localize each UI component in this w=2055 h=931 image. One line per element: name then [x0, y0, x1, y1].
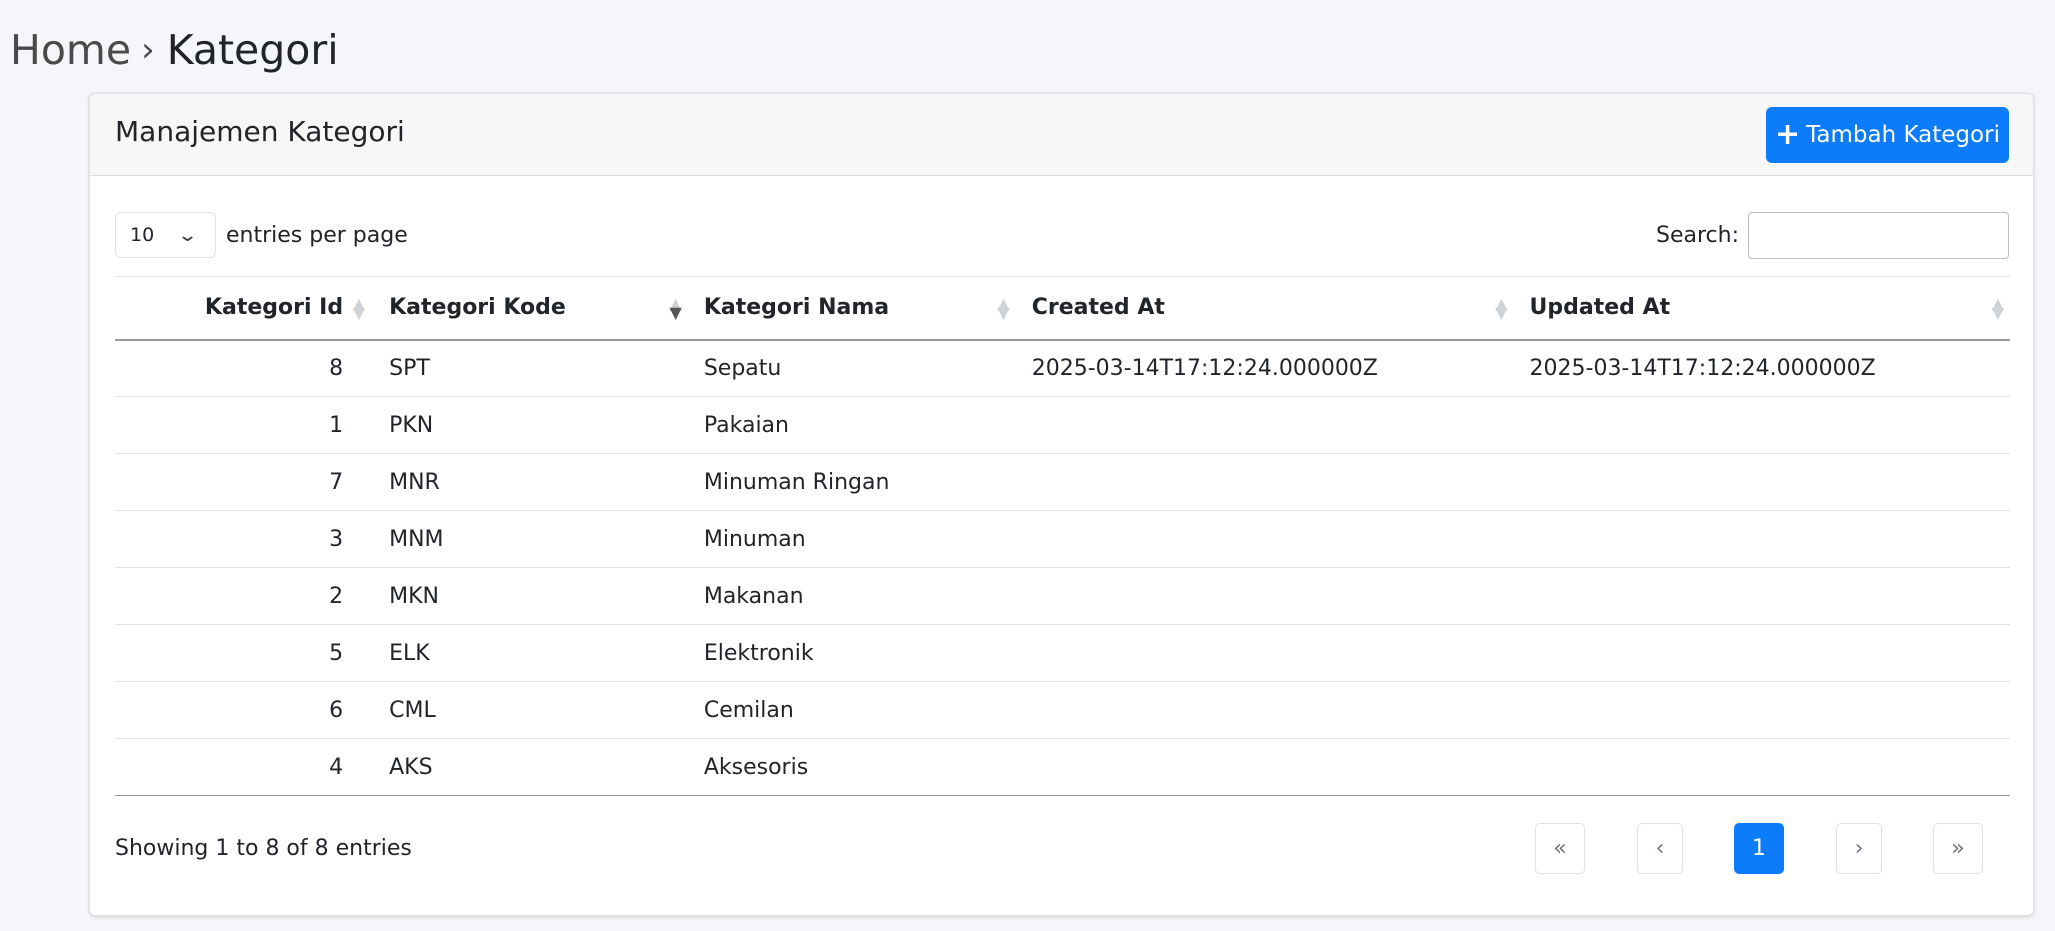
- breadcrumb: Home › Kategori: [10, 22, 339, 78]
- sort-icon: ▲ ▼: [997, 293, 1010, 322]
- cell-created-at: [1016, 625, 1514, 682]
- column-header-kategori-nama[interactable]: Kategori Nama ▲ ▼: [688, 277, 1016, 340]
- table-header-row: Kategori Id ▲ ▼ Kategori Kode ▲ ▼ Kategori…: [115, 276, 2010, 340]
- cell-kategori-nama: Minuman: [703, 526, 806, 552]
- entries-per-page-select[interactable]: 10 ⌄: [115, 212, 216, 258]
- column-header-updated-at[interactable]: Updated At ▲ ▼: [1514, 277, 2010, 340]
- cell-updated-at: [1514, 625, 2010, 682]
- sort-desc-icon: ▲ ▼: [669, 293, 682, 322]
- table-row: 5 ELK Elektronik: [115, 625, 2010, 682]
- kategori-table: Kategori Id ▲ ▼ Kategori Kode ▲ ▼ Kategori…: [115, 276, 2010, 796]
- search-label: Search:: [1656, 223, 1739, 248]
- cell-kategori-kode: SPT: [389, 355, 430, 381]
- entries-control: 10 ⌄ entries per page: [115, 212, 408, 258]
- search-control: Search:: [1656, 212, 2009, 259]
- cell-kategori-id: 4: [329, 754, 344, 780]
- breadcrumb-home-link[interactable]: Home: [10, 22, 131, 78]
- column-header-kategori-kode[interactable]: Kategori Kode ▲ ▼: [373, 277, 688, 340]
- cell-kategori-id: 7: [329, 469, 344, 495]
- breadcrumb-separator: ›: [141, 30, 155, 70]
- page: Home › Kategori Manajemen Kategori + Tam…: [0, 0, 2055, 931]
- table-row: 3 MNM Minuman: [115, 511, 2010, 568]
- cell-updated-at: [1514, 454, 2010, 511]
- cell-kategori-id: 6: [329, 697, 344, 723]
- add-kategori-label: Tambah Kategori: [1806, 122, 2000, 148]
- cell-updated-at: [1514, 739, 2010, 796]
- card-title: Manajemen Kategori: [115, 115, 405, 148]
- breadcrumb-current: Kategori: [166, 26, 339, 74]
- cell-kategori-kode: MNR: [389, 469, 440, 495]
- cell-kategori-kode: MNM: [389, 526, 444, 552]
- cell-created-at: 2025-03-14T17:12:24.000000Z: [1031, 355, 1378, 381]
- table-row: 2 MKN Makanan: [115, 568, 2010, 625]
- table-row: 1 PKN Pakaian: [115, 397, 2010, 454]
- cell-kategori-id: 2: [329, 583, 344, 609]
- cell-kategori-kode: CML: [389, 697, 436, 723]
- cell-kategori-nama: Sepatu: [703, 355, 782, 381]
- cell-updated-at: [1514, 511, 2010, 568]
- cell-kategori-kode: AKS: [389, 754, 433, 780]
- cell-created-at: [1016, 568, 1514, 625]
- table-info: Showing 1 to 8 of 8 entries: [115, 836, 412, 861]
- entries-label: entries per page: [226, 222, 408, 248]
- cell-created-at: [1016, 682, 1514, 739]
- plus-icon: +: [1775, 117, 1801, 152]
- cell-kategori-kode: MKN: [389, 583, 439, 609]
- cell-created-at: [1016, 397, 1514, 454]
- cell-updated-at: [1514, 397, 2010, 454]
- cell-kategori-nama: Makanan: [703, 583, 804, 609]
- table-row: 6 CML Cemilan: [115, 682, 2010, 739]
- cell-kategori-nama: Minuman Ringan: [703, 469, 890, 495]
- cell-kategori-kode: ELK: [389, 640, 430, 666]
- pagination-first-button[interactable]: «: [1535, 823, 1585, 874]
- sort-icon: ▲ ▼: [352, 293, 366, 322]
- chevron-down-icon: ⌄: [176, 224, 199, 246]
- pagination-last-button[interactable]: »: [1933, 823, 1983, 874]
- cell-created-at: [1016, 511, 1514, 568]
- kategori-card: Manajemen Kategori + Tambah Kategori 10 …: [89, 93, 2034, 916]
- pagination-next-button[interactable]: ›: [1836, 823, 1882, 874]
- cell-kategori-id: 1: [329, 412, 344, 438]
- sort-icon: ▲ ▼: [1495, 293, 1508, 322]
- pagination-page-1[interactable]: 1: [1734, 823, 1784, 874]
- table-row: 7 MNR Minuman Ringan: [115, 454, 2010, 511]
- cell-kategori-id: 8: [329, 355, 344, 381]
- cell-kategori-id: 3: [329, 526, 344, 552]
- cell-created-at: [1016, 739, 1514, 796]
- column-header-created-at[interactable]: Created At ▲ ▼: [1016, 277, 1514, 340]
- cell-kategori-kode: PKN: [389, 412, 434, 438]
- column-header-kategori-id[interactable]: Kategori Id ▲ ▼: [115, 277, 373, 340]
- cell-kategori-nama: Aksesoris: [703, 754, 809, 780]
- entries-select-value: 10: [130, 224, 155, 246]
- cell-kategori-nama: Cemilan: [703, 697, 794, 723]
- table-row: 4 AKS Aksesoris: [115, 739, 2010, 796]
- cell-updated-at: [1514, 682, 2010, 739]
- cell-updated-at: 2025-03-14T17:12:24.000000Z: [1529, 355, 1876, 381]
- search-input[interactable]: [1748, 212, 2009, 259]
- cell-updated-at: [1514, 568, 2010, 625]
- cell-created-at: [1016, 454, 1514, 511]
- cell-kategori-nama: Elektronik: [703, 640, 814, 666]
- table-row: 8 SPT Sepatu 2025-03-14T17:12:24.000000Z…: [115, 340, 2010, 397]
- sort-icon: ▲ ▼: [1991, 293, 2004, 322]
- cell-kategori-id: 5: [329, 640, 344, 666]
- card-header: Manajemen Kategori + Tambah Kategori: [90, 94, 2033, 176]
- cell-kategori-nama: Pakaian: [703, 412, 789, 438]
- pagination-prev-button[interactable]: ‹: [1637, 823, 1683, 874]
- add-kategori-button[interactable]: + Tambah Kategori: [1766, 107, 2009, 163]
